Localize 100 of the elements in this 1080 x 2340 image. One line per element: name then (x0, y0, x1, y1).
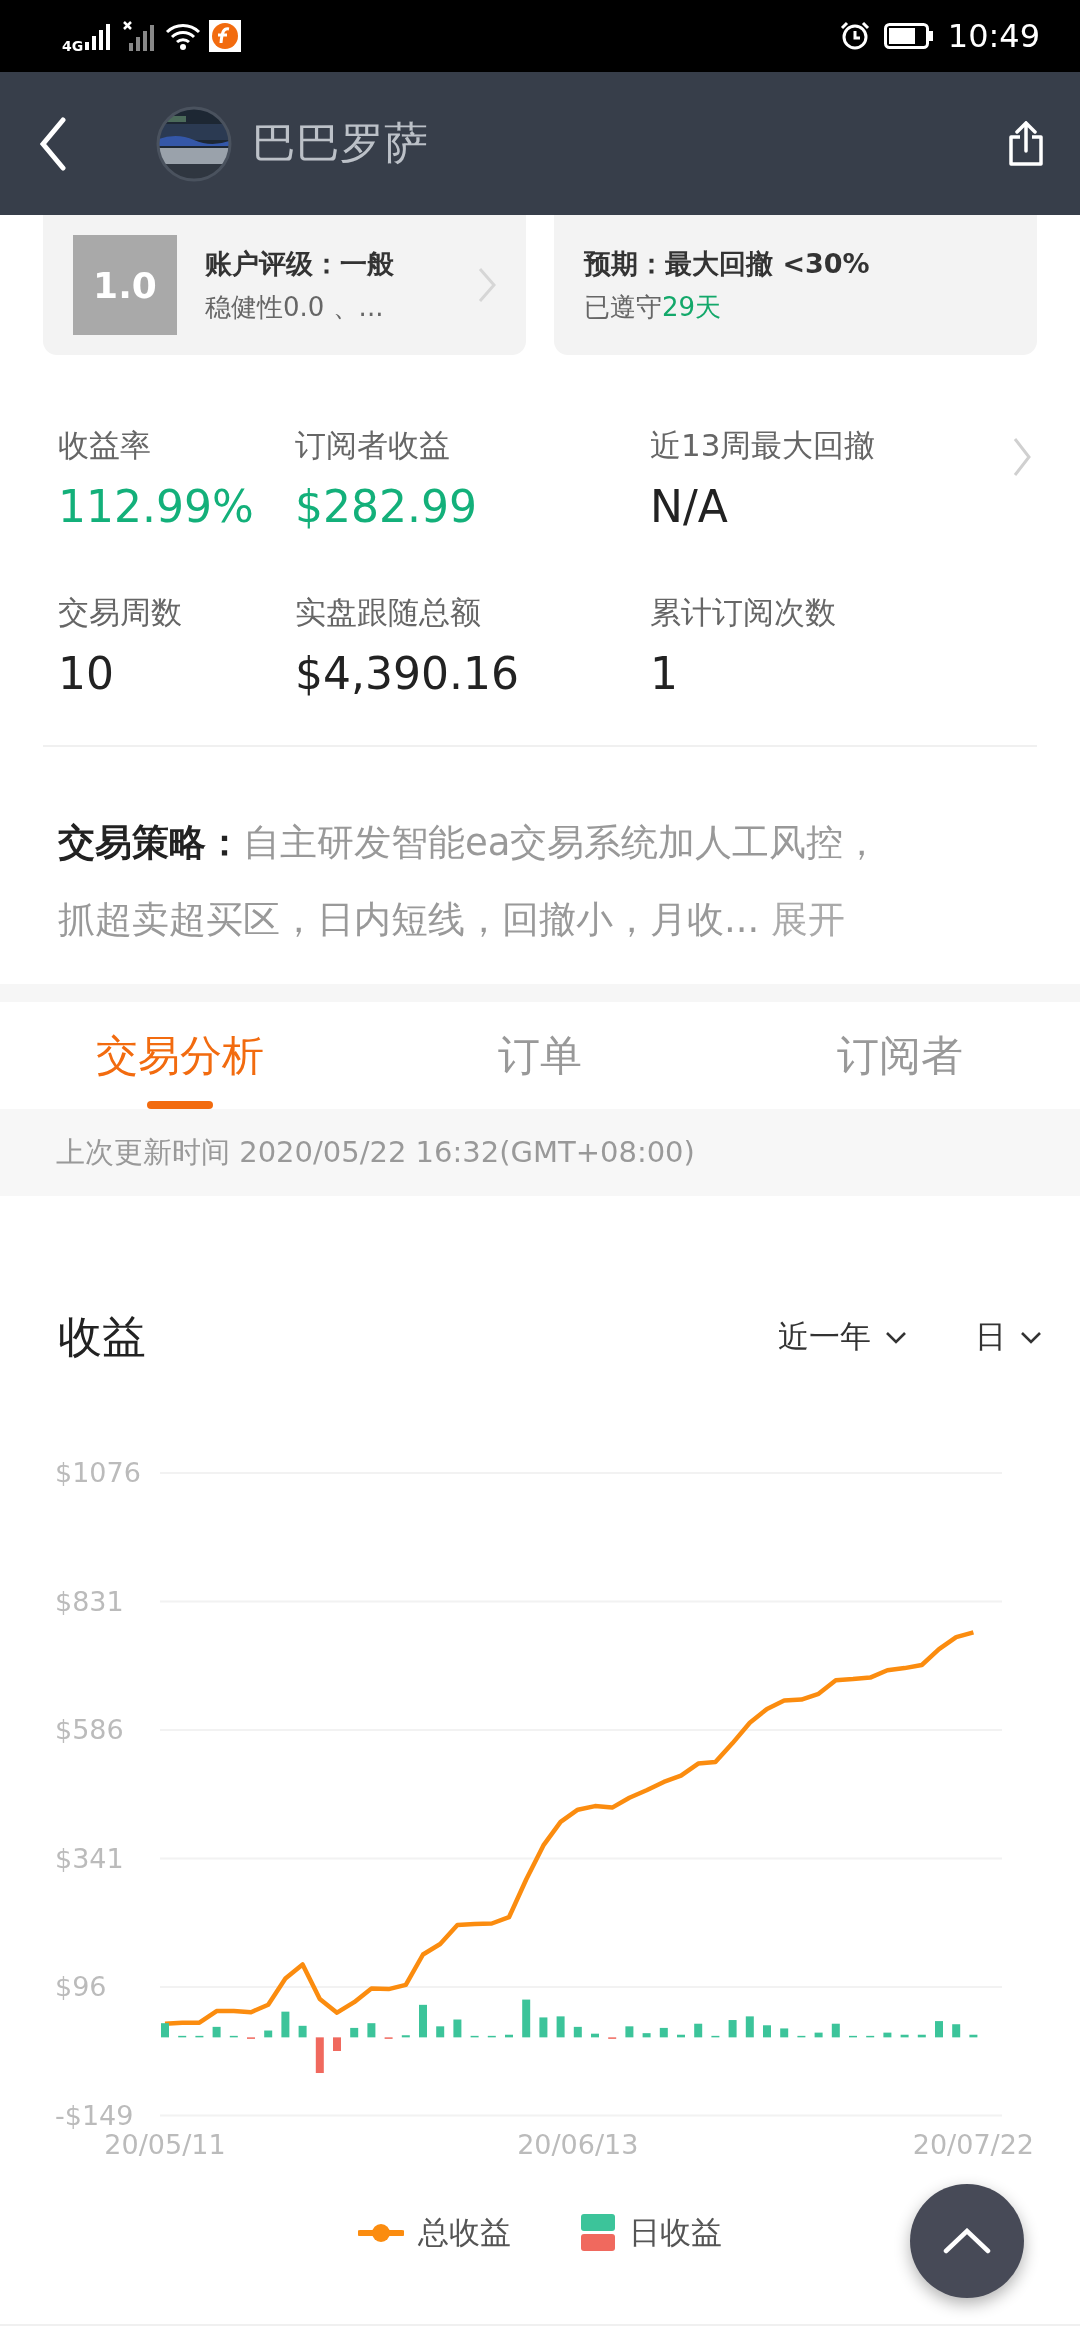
daily-profit-bar (419, 2004, 427, 2038)
x-axis-label: 20/06/13 (517, 2129, 639, 2160)
back-button[interactable] (40, 116, 66, 171)
chevron-down-icon (1020, 1330, 1042, 1344)
daily-profit-bar (229, 2035, 238, 2038)
legend-label: 总收益 (418, 2213, 511, 2252)
stat-value: 112.99% (58, 481, 254, 532)
stat-value: 1 (650, 648, 678, 699)
battery-icon (883, 23, 934, 49)
stat-label: 实盘跟随总额 (295, 593, 481, 632)
chevron-up-icon (943, 2228, 991, 2254)
stat-value: 10 (58, 648, 114, 699)
stat-label: 订阅者收益 (295, 426, 450, 465)
daily-profit-bar (677, 2034, 685, 2038)
expectation-title: 预期：最大回撤 <30% (584, 246, 870, 281)
y-axis-label: -$149 (55, 2099, 134, 2131)
strategy-text: 交易策略：自主研发智能ea交易系统加人工风控，抓超卖超买区，日内短线，回撤小，月收... 展开 (58, 820, 882, 943)
daily-profit-bar (436, 2026, 445, 2038)
daily-profit-bar (539, 2017, 548, 2038)
daily-profit-bar (883, 2032, 892, 2038)
daily-profit-bar (195, 2035, 204, 2038)
daily-profit-bar (969, 2034, 978, 2038)
x-axis-label: 20/05/11 (104, 2129, 226, 2160)
back-to-top-button[interactable] (910, 2184, 1024, 2298)
stat-label: 交易周数 (58, 593, 182, 632)
daily-profit-bar (814, 2032, 823, 2038)
daily-profit-bar (264, 2030, 273, 2038)
daily-profit-bar (952, 2024, 961, 2038)
daily-profit-bar (900, 2034, 909, 2038)
wifi-icon (165, 22, 202, 50)
y-axis-label: $831 (55, 1585, 124, 1617)
y-axis-label: $96 (55, 1971, 107, 2002)
daily-profit-bar (591, 2033, 599, 2038)
x-axis-label: 20/07/22 (912, 2129, 1035, 2160)
daily-profit-bar (178, 2035, 187, 2038)
daily-profit-bar (711, 2035, 720, 2038)
alarm-icon (839, 21, 870, 51)
daily-profit-bar (866, 2035, 875, 2038)
daily-profit-bar (831, 2023, 840, 2038)
back-icon (40, 116, 66, 171)
stat-label: 近13周最大回撤 (650, 426, 876, 465)
tab[interactable]: 交易分析 (86, 1002, 274, 1109)
share-icon (1008, 120, 1044, 167)
legend-label: 日收益 (629, 2213, 722, 2252)
daily-profit-bar (401, 2035, 410, 2038)
bar-legend-icon (581, 2214, 615, 2252)
stat-label: 收益率 (58, 426, 151, 465)
daily-profit-bar (522, 1999, 531, 2038)
rating-score: 1.0 (73, 235, 177, 335)
daily-profit-bar (659, 2027, 668, 2038)
tab[interactable]: 订单 (488, 1002, 592, 1109)
last-update-text: 上次更新时间 2020/05/22 16:32(GMT+08:00) (56, 1133, 695, 1171)
daily-profit-bar (849, 2035, 857, 2038)
trader-name: 巴巴罗萨 (252, 116, 428, 170)
daily-profit-bar (487, 2035, 496, 2038)
daily-profit-bar (212, 2026, 221, 2038)
y-axis-label: $1076 (55, 1457, 141, 1488)
expand-link[interactable]: 展开 (771, 898, 846, 941)
daily-profit-bar (556, 2016, 565, 2038)
stat-label: 累计订阅次数 (650, 593, 836, 632)
stat-value: $282.99 (295, 481, 477, 532)
daily-profit-bar (797, 2035, 806, 2038)
app-notification-icon (209, 20, 242, 52)
daily-profit-bar (453, 2019, 462, 2038)
daily-profit-bar (298, 2025, 307, 2038)
daily-profit-bar (917, 2034, 926, 2038)
rating-subtitle: 稳健性0.0 、... (205, 290, 385, 324)
filter-dropdown[interactable]: 近一年 (778, 1316, 907, 1358)
daily-profit-bar (763, 2025, 771, 2038)
daily-profit-bar (281, 2011, 290, 2038)
tab[interactable]: 订阅者 (827, 1002, 973, 1109)
chevron-right-icon (478, 267, 496, 303)
line-legend-icon (358, 2223, 404, 2243)
share-button[interactable] (1008, 120, 1044, 167)
clock-time: 10:49 (947, 17, 1040, 55)
network-type: 4G (62, 38, 84, 54)
daily-profit-bar (642, 2033, 651, 2038)
filter-dropdown[interactable]: 日 (975, 1316, 1042, 1358)
daily-profit-bar (161, 2023, 169, 2038)
daily-profit-bar (625, 2026, 634, 2038)
chart-title: 收益 (58, 1309, 146, 1364)
stat-value: N/A (650, 481, 728, 532)
daily-profit-bar (745, 2016, 754, 2038)
daily-profit-bar (694, 2023, 703, 2038)
daily-profit-bar (935, 2021, 943, 2038)
chevron-down-icon (885, 1330, 907, 1344)
daily-profit-bar (470, 2035, 479, 2038)
daily-profit-bar (780, 2028, 789, 2038)
account-rating-card[interactable]: 1.0 账户评级：一般 稳健性0.0 、... (43, 215, 526, 355)
y-axis-label: $586 (55, 1714, 124, 1745)
daily-profit-bar (333, 2037, 341, 2051)
daily-profit-bar (573, 2026, 582, 2038)
compliance-text: 已遵守29天 (584, 290, 723, 324)
daily-profit-bar (315, 2037, 324, 2073)
daily-profit-bar (367, 2023, 376, 2038)
daily-profit-bar (350, 2027, 359, 2038)
daily-profit-bar (728, 2020, 737, 2038)
stat-value: $4,390.16 (295, 648, 519, 699)
daily-profit-bar (505, 2034, 513, 2038)
y-axis-label: $341 (55, 1842, 124, 1874)
